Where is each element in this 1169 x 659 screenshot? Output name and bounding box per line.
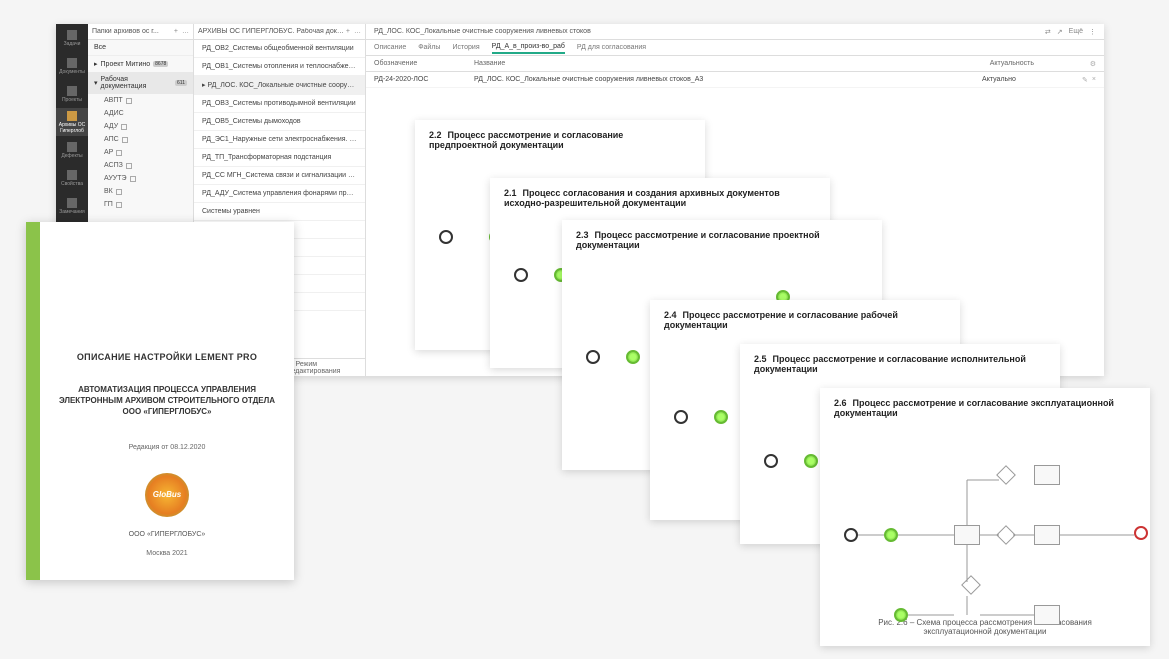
- add-doc-icon[interactable]: +: [346, 28, 350, 35]
- nav-documents[interactable]: Документы: [56, 52, 88, 80]
- doc-title-2: АВТОМАТИЗАЦИЯ ПРОЦЕССА УПРАВЛЕНИЯ ЭЛЕКТР…: [58, 384, 276, 418]
- tab-rd-approval[interactable]: РД для согласования: [577, 42, 646, 53]
- edit-row-icon[interactable]: ✎: [1082, 76, 1088, 84]
- document-spine: [26, 222, 40, 580]
- folder-all[interactable]: Все: [88, 40, 193, 56]
- process-card-26: 2.6Процесс рассмотрение и согласование э…: [820, 388, 1150, 646]
- subfolder[interactable]: АДИС: [88, 107, 193, 120]
- folder-panel-title: Папки архивов ос г...: [92, 28, 159, 35]
- doc-item[interactable]: РД_ОВ1_Системы отопления и теплоснабжени…: [194, 58, 365, 76]
- breadcrumb-text: РД_ЛОС. КОС_Локальные очистные сооружени…: [374, 28, 591, 35]
- doc-list-title: АРХИВЫ ОС ГИПЕРГЛОБУС. Рабочая документа…: [198, 28, 346, 35]
- col-designation[interactable]: Обозначение: [374, 60, 474, 67]
- kebab-icon[interactable]: ⋮: [1089, 28, 1096, 36]
- doc-title-1: ОПИСАНИЕ НАСТРОЙКИ LEMENT PRO: [77, 352, 257, 362]
- doc-menu-icon[interactable]: …: [354, 28, 361, 35]
- folder-working-docs[interactable]: ▾Рабочая документация611: [88, 72, 193, 94]
- doc-item[interactable]: РД_ТП_Трансформаторная подстанция: [194, 149, 365, 167]
- tab-history[interactable]: История: [452, 42, 479, 53]
- table-row[interactable]: РД-24-2020-ЛОС РД_ЛОС. КОС_Локальные очи…: [366, 72, 1104, 88]
- cell-designation: РД-24-2020-ЛОС: [374, 76, 474, 83]
- subfolder[interactable]: АР: [88, 146, 193, 159]
- doc-item[interactable]: РД_АДУ_Система управления фонарями прове…: [194, 185, 365, 203]
- projects-icon: [67, 86, 77, 96]
- doc-item-active[interactable]: ▸ РД_ЛОС. КОС_Локальные очистные сооруже…: [194, 76, 365, 95]
- doc-item[interactable]: РД_СС МГН_Система связи и сигнализации д…: [194, 167, 365, 185]
- add-folder-icon[interactable]: +: [174, 28, 178, 35]
- subfolder[interactable]: ВК: [88, 185, 193, 198]
- more-link[interactable]: Ещё: [1069, 28, 1083, 36]
- nav-defects[interactable]: Дефекты: [56, 136, 88, 164]
- subfolder[interactable]: АСПЗ: [88, 159, 193, 172]
- doc-list-header: АРХИВЫ ОС ГИПЕРГЛОБУС. Рабочая документа…: [194, 24, 365, 40]
- table-settings-icon[interactable]: ⚙: [1090, 60, 1096, 68]
- edit-mode-button[interactable]: ✎ Режим редактирования: [288, 360, 359, 375]
- close-row-icon[interactable]: ×: [1092, 76, 1096, 84]
- nav-projects[interactable]: Проекты: [56, 80, 88, 108]
- subfolder[interactable]: АВПТ: [88, 94, 193, 107]
- subfolder[interactable]: АДУ: [88, 120, 193, 133]
- subfolder[interactable]: ГП: [88, 198, 193, 211]
- archives-icon: [67, 111, 77, 121]
- doc-city: Москва 2021: [146, 550, 187, 557]
- cell-relevance: Актуально: [982, 76, 1082, 83]
- doc-item[interactable]: Системы уравнен: [194, 203, 365, 221]
- tasks-icon: [67, 30, 77, 40]
- subfolder[interactable]: АУУТЭ: [88, 172, 193, 185]
- doc-company: ООО «ГИПЕРГЛОБУС»: [129, 531, 206, 538]
- defects-icon: [67, 142, 77, 152]
- nav-properties[interactable]: Свойства: [56, 164, 88, 192]
- documents-icon: [67, 58, 77, 68]
- table-header: Обозначение Название Актуальность ⚙: [366, 56, 1104, 72]
- globus-logo-icon: GloBus: [145, 473, 189, 517]
- col-name[interactable]: Название: [474, 60, 990, 67]
- col-relevance[interactable]: Актуальность: [990, 60, 1090, 67]
- tab-files[interactable]: Файлы: [418, 42, 440, 53]
- nav-notes[interactable]: Замечания: [56, 192, 88, 220]
- diagram: [834, 418, 1136, 618]
- figure-caption: Рис. 2.6 – Схема процесса рассмотрения и…: [834, 618, 1136, 636]
- notes-icon: [67, 198, 77, 208]
- properties-icon: [67, 170, 77, 180]
- nav-tasks[interactable]: Задачи: [56, 24, 88, 52]
- folder-panel-header: Папки архивов ос г... + …: [88, 24, 193, 40]
- nav-archives[interactable]: Архивы ОС Гиперглоб: [56, 108, 88, 136]
- folder-project-mitino[interactable]: ▸Проект Митино8678: [88, 56, 193, 72]
- compare-icon[interactable]: ⇄: [1045, 28, 1051, 36]
- doc-item[interactable]: РД_ОВ5_Системы дымоходов: [194, 113, 365, 131]
- doc-item[interactable]: РД_ОВ2_Системы общеобменной вентиляции: [194, 40, 365, 58]
- subfolder[interactable]: АПС: [88, 133, 193, 146]
- document-cover: ОПИСАНИЕ НАСТРОЙКИ LEMENT PRO АВТОМАТИЗА…: [26, 222, 294, 580]
- detail-tabs: Описание Файлы История РД_А_в_произ-во_р…: [366, 40, 1104, 56]
- tab-rd-production[interactable]: РД_А_в_произ-во_раб: [492, 41, 565, 54]
- doc-item[interactable]: РД_ОВ3_Системы противодымной вентиляции: [194, 95, 365, 113]
- cell-name: РД_ЛОС. КОС_Локальные очистные сооружени…: [474, 76, 982, 83]
- open-external-icon[interactable]: ↗: [1057, 28, 1063, 36]
- folder-menu-icon[interactable]: …: [182, 28, 189, 35]
- breadcrumb: РД_ЛОС. КОС_Локальные очистные сооружени…: [366, 24, 1104, 40]
- doc-item[interactable]: РД_ЭС1_Наружные сети электроснабжения. К…: [194, 131, 365, 149]
- doc-date: Редакция от 08.12.2020: [129, 444, 206, 451]
- tab-description[interactable]: Описание: [374, 42, 406, 53]
